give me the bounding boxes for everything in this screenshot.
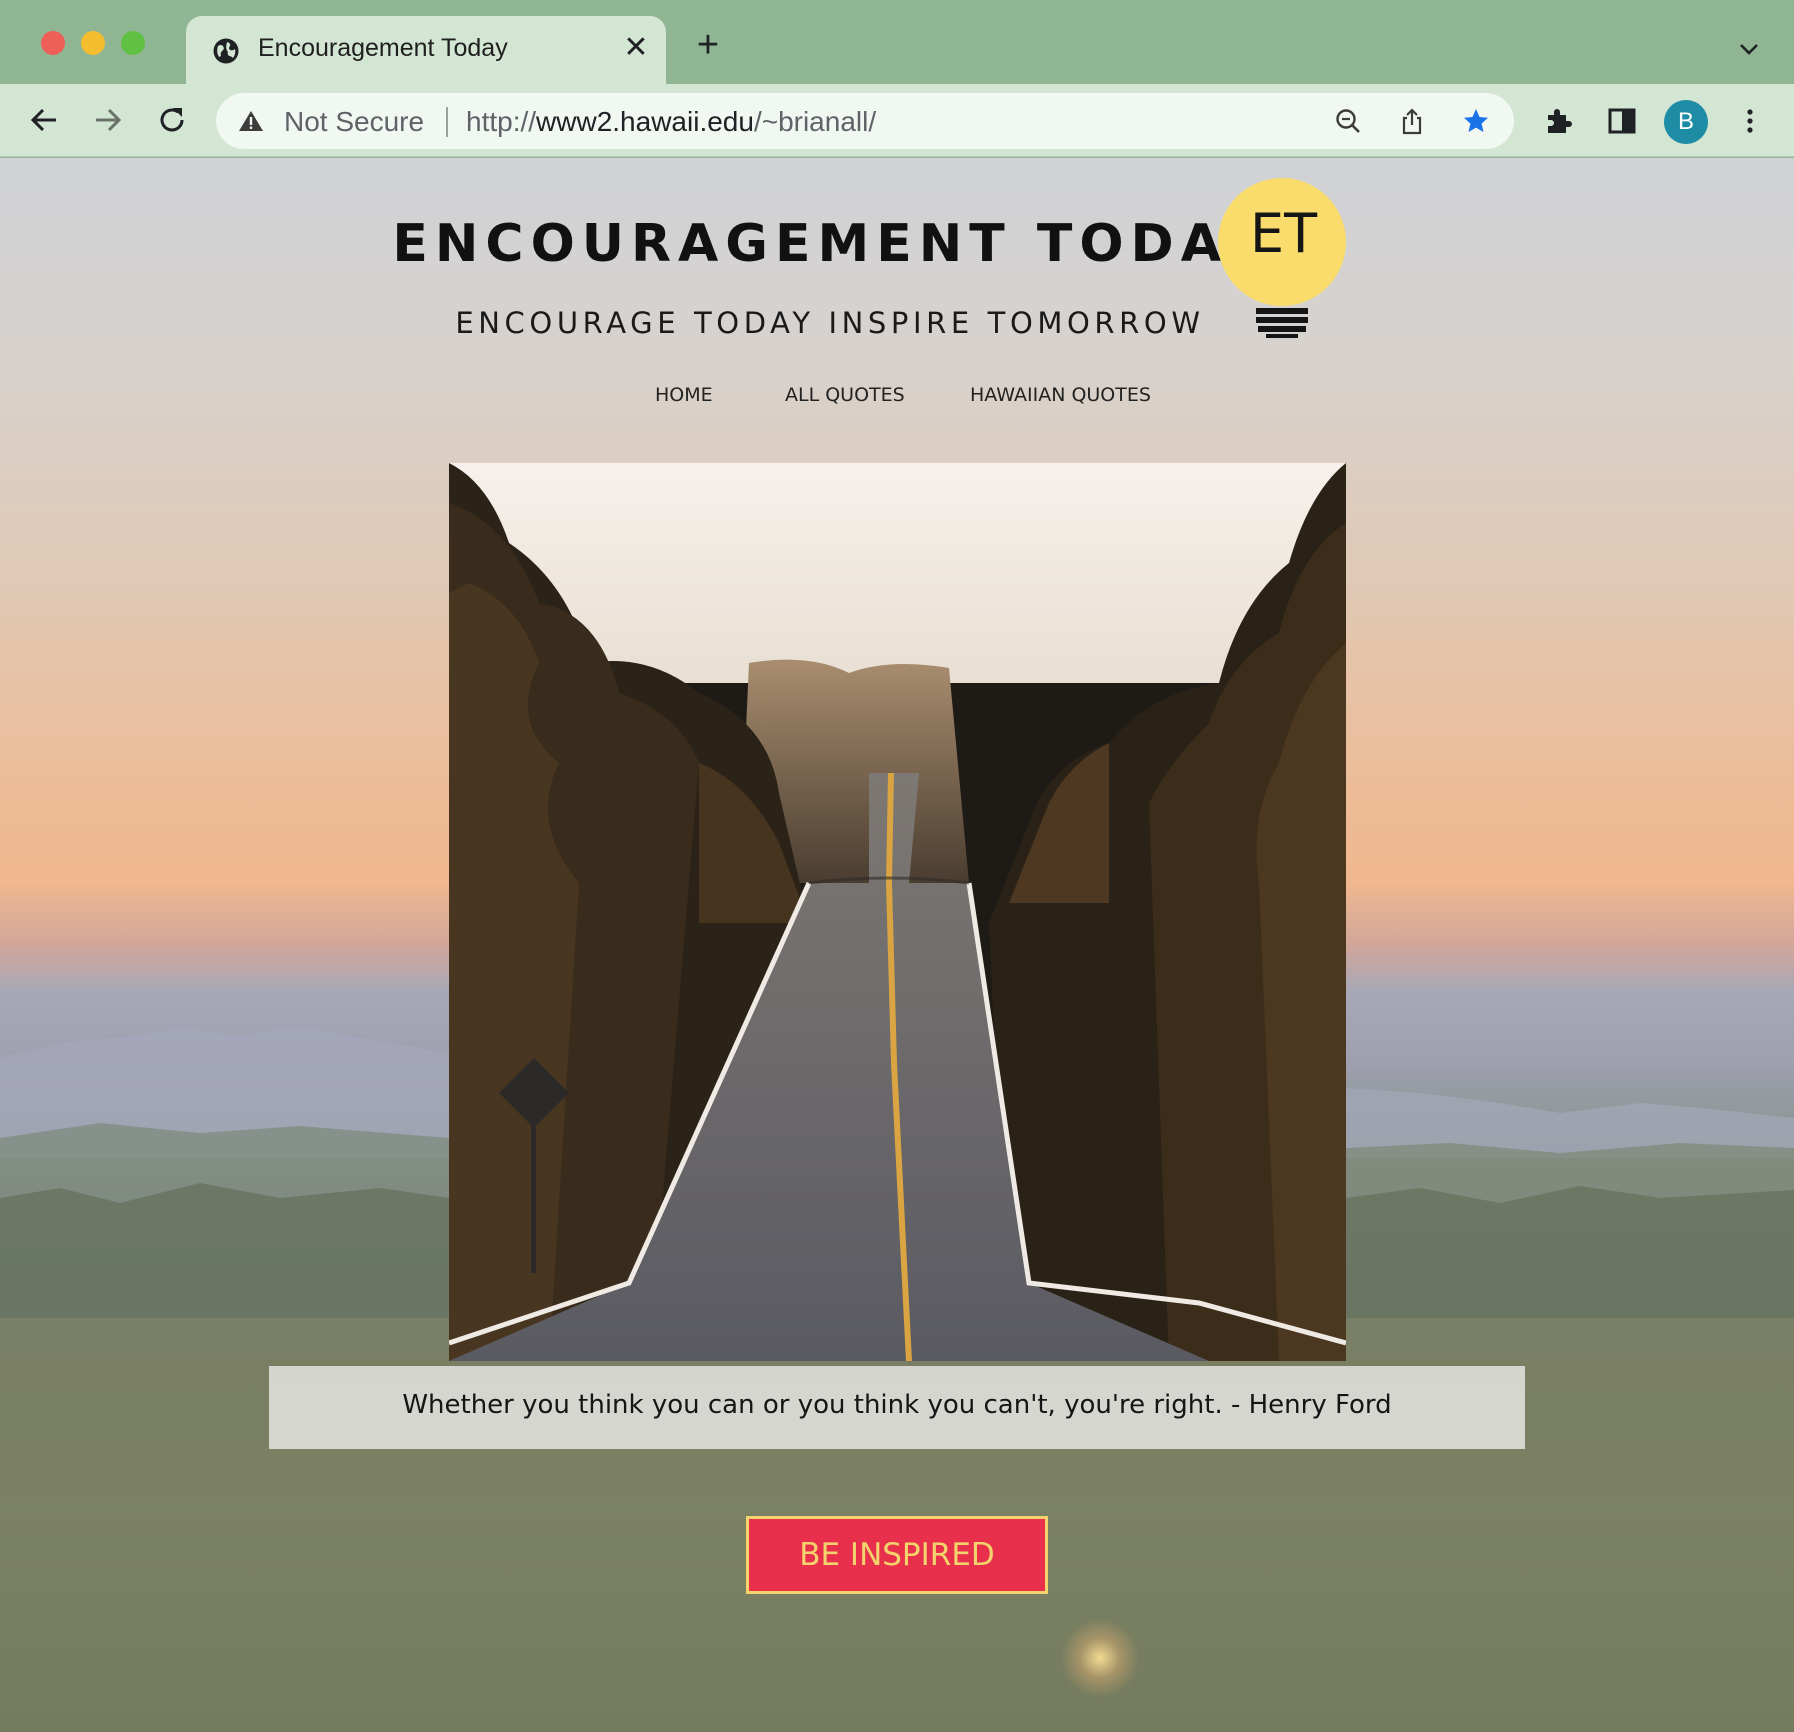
- tab-close-icon[interactable]: ✕: [622, 33, 650, 63]
- forward-arrow-icon[interactable]: [90, 102, 126, 138]
- extensions-puzzle-icon[interactable]: [1542, 105, 1574, 137]
- back-arrow-icon[interactable]: [26, 102, 62, 138]
- omnibox-separator: [446, 107, 448, 137]
- share-icon[interactable]: [1398, 107, 1426, 135]
- url-scheme: http://: [466, 106, 537, 137]
- nav-all-quotes[interactable]: ALL QUOTES: [785, 384, 905, 406]
- page-viewport: ENCOURAGEMENT TODAY ENCOURAGE TODAY INSP…: [0, 158, 1794, 1732]
- url-host: www2.hawaii.edu: [536, 106, 754, 137]
- url-path: /~brianall/: [753, 106, 877, 137]
- url-text[interactable]: http://www2.hawaii.edu/~brianall/: [466, 106, 876, 138]
- main-nav: HOME ALL QUOTES HAWAIIAN QUOTES: [0, 384, 1794, 424]
- lens-flare: [1060, 1618, 1140, 1698]
- road-photo: [449, 463, 1346, 1361]
- road-illustration: [449, 463, 1346, 1361]
- security-label[interactable]: Not Secure: [284, 106, 424, 138]
- lightbulb-logo[interactable]: ET: [1218, 178, 1348, 338]
- quote-box: Whether you think you can or you think y…: [269, 1366, 1525, 1449]
- minimize-window-button[interactable]: [81, 31, 105, 55]
- site-title: ENCOURAGEMENT TODAY: [392, 214, 1268, 274]
- tab-title: Encouragement Today: [258, 34, 508, 62]
- new-tab-button[interactable]: +: [692, 26, 724, 64]
- chevron-down-icon[interactable]: [1736, 36, 1762, 62]
- active-tab[interactable]: Encouragement Today ✕: [186, 16, 666, 84]
- browser-toolbar: Not Secure http://www2.hawaii.edu/~brian…: [0, 84, 1794, 157]
- tab-strip: Encouragement Today ✕ +: [0, 0, 1794, 84]
- maximize-window-button[interactable]: [121, 31, 145, 55]
- address-bar[interactable]: Not Secure http://www2.hawaii.edu/~brian…: [216, 93, 1514, 149]
- reload-icon[interactable]: [154, 102, 190, 138]
- profile-avatar[interactable]: B: [1664, 100, 1708, 144]
- side-panel-icon[interactable]: [1606, 105, 1638, 137]
- site-tagline: ENCOURAGE TODAY INSPIRE TOMORROW: [455, 306, 1205, 340]
- quote-text: Whether you think you can or you think y…: [402, 1390, 1392, 1420]
- close-window-button[interactable]: [41, 31, 65, 55]
- more-menu-icon[interactable]: [1734, 105, 1766, 137]
- warning-icon: [239, 111, 263, 131]
- nav-home[interactable]: HOME: [655, 384, 713, 406]
- logo-text: ET: [1250, 202, 1318, 265]
- bulb-base-icon: [1256, 308, 1308, 338]
- bookmark-star-icon[interactable]: [1462, 107, 1490, 135]
- globe-icon: [213, 38, 239, 64]
- zoom-icon[interactable]: [1334, 107, 1362, 135]
- nav-hawaiian-quotes[interactable]: HAWAIIAN QUOTES: [970, 384, 1151, 406]
- be-inspired-button[interactable]: BE INSPIRED: [746, 1516, 1048, 1594]
